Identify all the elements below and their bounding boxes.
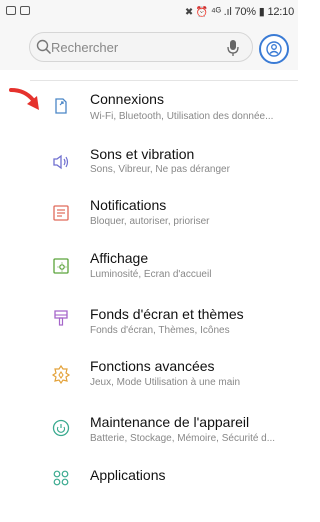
sound-icon (53, 154, 69, 170)
device-maintenance-icon (52, 419, 70, 437)
setting-subtitle: Fonds d'écran, Thèmes, Icônes (90, 325, 230, 336)
advanced-features-icon (51, 364, 71, 384)
divider (30, 80, 298, 81)
setting-maintenance-appareil[interactable]: Maintenance de l'appareil Batterie, Stoc… (0, 406, 298, 466)
setting-title: Notifications (90, 197, 167, 213)
notifications-icon (53, 205, 69, 221)
setting-subtitle: Bloquer, autoriser, prioriser (90, 216, 210, 227)
setting-applications[interactable]: Applications (0, 462, 298, 522)
search-icon (36, 39, 52, 55)
signal-battery-indicators: ⁴ᴳ .ıl 70% (211, 6, 256, 18)
applications-icon (53, 470, 69, 486)
account-icon (266, 41, 282, 57)
setting-title: Sons et vibration (90, 146, 195, 162)
microphone-icon[interactable] (226, 39, 240, 57)
setting-affichage[interactable]: Affichage Luminosité, Écran d'accueil (0, 244, 298, 304)
battery-icon: ▮ (258, 6, 265, 18)
setting-fonds-ecran-themes[interactable]: Fonds d'écran et thèmes Fonds d'écran, T… (0, 298, 298, 358)
alarm-icon: ⏰ (195, 7, 209, 18)
setting-title: Fonds d'écran et thèmes (90, 306, 244, 322)
display-icon (53, 258, 69, 274)
setting-subtitle: Luminosité, Écran d'accueil (90, 269, 212, 280)
setting-title: Applications (90, 467, 166, 483)
search-input[interactable]: Rechercher (29, 32, 253, 62)
setting-title: Connexions (90, 91, 164, 107)
status-bar: ✖ ⏰ ⁴ᴳ .ıl 70% ▮ 12:10 (0, 0, 298, 28)
setting-subtitle: Batterie, Stockage, Mémoire, Sécurité d.… (90, 433, 276, 444)
connections-icon (55, 98, 67, 114)
setting-connexions[interactable]: Connexions Wi-Fi, Bluetooth, Utilisation… (0, 82, 298, 142)
setting-subtitle: Jeux, Mode Utilisation à une main (90, 377, 241, 388)
search-area: Rechercher (0, 28, 298, 70)
setting-subtitle: Sons, Vibreur, Ne pas déranger (90, 164, 230, 175)
setting-sons-et-vibration[interactable]: Sons et vibration Sons, Vibreur, Ne pas … (0, 140, 298, 200)
profile-button[interactable] (259, 34, 289, 64)
setting-fonctions-avancees[interactable]: Fonctions avancées Jeux, Mode Utilisatio… (0, 352, 298, 412)
clock: 12:10 (267, 6, 294, 18)
gallery-notification-icon (6, 6, 16, 15)
setting-subtitle: Wi-Fi, Bluetooth, Utilisation des donnée… (90, 111, 274, 122)
mute-icon: ✖ (184, 7, 194, 18)
search-placeholder: Rechercher (51, 40, 119, 55)
setting-title: Affichage (90, 250, 149, 266)
setting-title: Fonctions avancées (90, 358, 215, 374)
wallpaper-icon (54, 310, 68, 326)
setting-title: Maintenance de l'appareil (90, 414, 250, 430)
screenshot-notification-icon (20, 6, 30, 15)
